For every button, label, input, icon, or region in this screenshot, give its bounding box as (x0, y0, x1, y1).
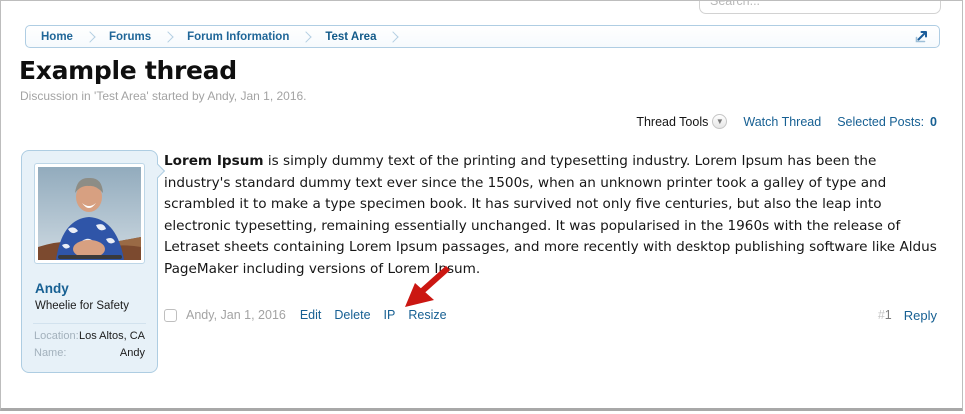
forum-thread-page: Home Forums Forum Information Test Area … (0, 0, 963, 411)
delete-link[interactable]: Delete (334, 308, 370, 322)
page-subtitle: Discussion in 'Test Area' started by And… (20, 89, 307, 103)
selected-posts-count: 0 (930, 115, 937, 129)
breadcrumb-item-home[interactable]: Home (41, 31, 73, 43)
search-input[interactable] (699, 0, 941, 14)
edit-link[interactable]: Edit (300, 308, 322, 322)
thread-tools-menu[interactable]: Thread Tools ▼ (636, 114, 727, 129)
watch-thread-link[interactable]: Watch Thread (743, 115, 821, 129)
breadcrumb-item-forums[interactable]: Forums (109, 31, 151, 43)
chevron-right-icon (84, 31, 95, 42)
author-field-location: Location: Los Altos, CA (34, 330, 145, 342)
chevron-right-icon (301, 31, 312, 42)
ip-link[interactable]: IP (384, 308, 396, 322)
card-pointer (151, 164, 165, 178)
author-username-link[interactable]: Andy (35, 281, 69, 296)
breadcrumb-item-forum-information[interactable]: Forum Information (187, 31, 289, 43)
author-info-card: Andy Wheelie for Safety Location: Los Al… (21, 150, 158, 373)
post-number-value: 1 (885, 308, 892, 322)
card-divider (33, 323, 146, 324)
post-footer: Andy, Jan 1, 2016 Edit Delete IP Resize … (164, 306, 937, 324)
chevron-down-icon: ▼ (712, 114, 727, 129)
field-label: Name: (34, 347, 66, 359)
selected-posts-control[interactable]: Selected Posts: 0 (837, 115, 937, 129)
avatar[interactable] (34, 163, 145, 264)
author-fields: Location: Los Altos, CA Name: Andy (34, 330, 145, 364)
message-body: is simply dummy text of the printing and… (164, 153, 937, 277)
post-message: Lorem Ipsum is simply dummy text of the … (164, 151, 943, 280)
field-value: Andy (120, 347, 145, 359)
author-field-name: Name: Andy (34, 347, 145, 359)
post-byline: Andy, Jan 1, 2016 (186, 308, 286, 322)
resize-link[interactable]: Resize (408, 308, 446, 322)
selected-posts-label: Selected Posts: (837, 115, 924, 129)
field-label: Location: (34, 330, 79, 342)
thread-toolbar: Thread Tools ▼ Watch Thread Selected Pos… (636, 114, 937, 129)
select-post-checkbox[interactable] (164, 309, 177, 322)
breadcrumb: Home Forums Forum Information Test Area (25, 25, 940, 48)
field-value: Los Altos, CA (79, 330, 145, 342)
page-title: Example thread (19, 56, 237, 85)
message-lead: Lorem Ipsum (164, 153, 264, 169)
breadcrumb-item-test-area[interactable]: Test Area (325, 31, 376, 43)
thread-tools-label: Thread Tools (636, 115, 708, 129)
avatar-image (38, 167, 141, 260)
reply-link[interactable]: Reply (904, 308, 937, 323)
chevron-right-icon (162, 31, 173, 42)
post-number-link[interactable]: #1 (878, 308, 892, 322)
open-navigation-icon[interactable] (913, 29, 929, 45)
author-user-title: Wheelie for Safety (35, 300, 129, 312)
chevron-right-icon (388, 31, 399, 42)
post-number-hash: # (878, 308, 885, 322)
